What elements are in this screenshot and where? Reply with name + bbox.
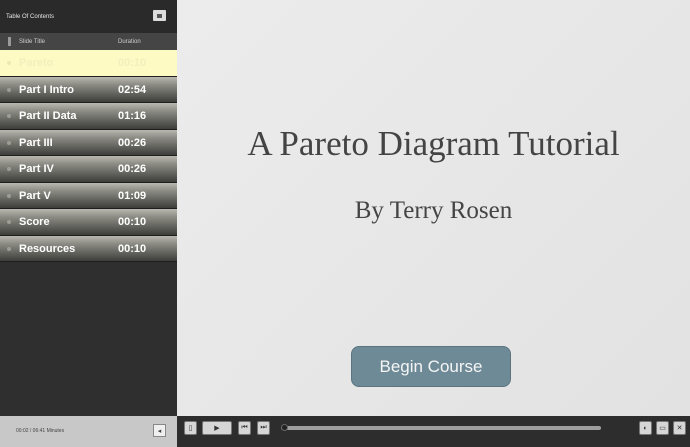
toc-item-duration: 01:16: [118, 110, 147, 122]
toc-list: Pareto 00:10 Part I Intro 02:54 Part II …: [0, 50, 177, 262]
seek-bar[interactable]: [280, 424, 601, 431]
slide-title: A Pareto Diagram Tutorial: [247, 124, 620, 163]
settings-button[interactable]: ▭: [656, 421, 669, 435]
column-marker-icon: [8, 37, 11, 46]
bullet-icon: [7, 167, 11, 171]
toc-item-duration: 00:26: [118, 163, 147, 175]
close-button[interactable]: ✕: [673, 421, 686, 435]
next-button[interactable]: ⏭: [257, 421, 270, 435]
slide-author: By Terry Rosen: [354, 197, 513, 224]
toc-item-duration: 00:10: [118, 216, 147, 228]
bullet-icon: [7, 140, 11, 145]
toc-item-part-i-intro[interactable]: Part I Intro 02:54: [0, 76, 177, 103]
toc-item-part-iii[interactable]: Part III 00:26: [0, 129, 177, 156]
captions-icon: ◐: [643, 424, 648, 432]
toc-item-duration: 00:26: [118, 136, 147, 149]
bullet-icon: [7, 61, 11, 65]
close-icon: ✕: [676, 425, 683, 432]
toc-item-score[interactable]: Score 00:10: [0, 209, 177, 236]
toc-item-part-v[interactable]: Part V 01:09: [0, 182, 177, 209]
toc-item-duration: 00:10: [118, 57, 147, 69]
play-icon: ▶: [214, 425, 220, 432]
bullet-icon: [7, 246, 11, 251]
volume-button[interactable]: ◂: [153, 424, 166, 437]
toc-item-title: Resources: [19, 242, 76, 255]
toc-column-header: Slide Title Duration: [0, 33, 177, 50]
toc-item-title: Part V: [19, 189, 51, 202]
toc-item-part-ii-data[interactable]: Part II Data 01:16: [0, 103, 177, 130]
seek-handle[interactable]: [280, 424, 288, 431]
bullet-icon: [7, 114, 11, 118]
toc-item-title: Part II Data: [19, 110, 77, 122]
begin-course-button[interactable]: Begin Course: [351, 346, 511, 387]
player-controls: ▯ ▶ ⏮ ⏭ ◐ ▭ ✕: [177, 416, 690, 447]
elapsed-time: 00:02 / 06:41 Minutes: [16, 428, 65, 434]
settings-icon: ▭: [659, 425, 666, 432]
toc-header: Table Of Contents: [0, 0, 177, 33]
toc-title: Table Of Contents: [6, 13, 55, 20]
toc-toggle-button[interactable]: [153, 10, 166, 21]
toc-item-title: Score: [19, 216, 50, 228]
bullet-icon: [7, 193, 11, 198]
cc-button[interactable]: ▯: [184, 421, 197, 435]
toc-item-title: Part IV: [19, 163, 54, 175]
toc-item-title: Pareto: [19, 57, 54, 69]
time-display-bar: 00:02 / 06:41 Minutes ◂: [0, 416, 177, 447]
table-of-contents-panel: Table Of Contents Slide Title Duration P…: [0, 0, 177, 447]
toc-item-part-iv[interactable]: Part IV 00:26: [0, 156, 177, 183]
captions-button[interactable]: ◐: [639, 421, 652, 435]
toc-item-duration: 00:10: [118, 242, 147, 255]
toc-item-title: Part III: [19, 136, 53, 149]
previous-icon: ⏮: [241, 424, 248, 431]
slide-area: A Pareto Diagram Tutorial By Terry Rosen…: [177, 0, 690, 416]
toc-item-duration: 01:09: [118, 189, 147, 202]
next-icon: ⏭: [260, 424, 267, 431]
col-slide-title: Slide Title: [19, 38, 46, 45]
toc-item-resources[interactable]: Resources 00:10: [0, 235, 177, 262]
col-duration: Duration: [118, 38, 141, 45]
play-button[interactable]: ▶: [202, 421, 232, 435]
previous-button[interactable]: ⏮: [238, 421, 251, 435]
list-icon: [157, 13, 162, 18]
volume-icon: ◂: [157, 427, 162, 435]
bullet-icon: [7, 220, 11, 224]
cc-icon: ▯: [188, 425, 193, 432]
bullet-icon: [7, 87, 11, 92]
toc-item-pareto[interactable]: Pareto 00:10: [0, 50, 177, 77]
toc-item-duration: 02:54: [118, 83, 147, 96]
toc-item-title: Part I Intro: [19, 83, 75, 96]
